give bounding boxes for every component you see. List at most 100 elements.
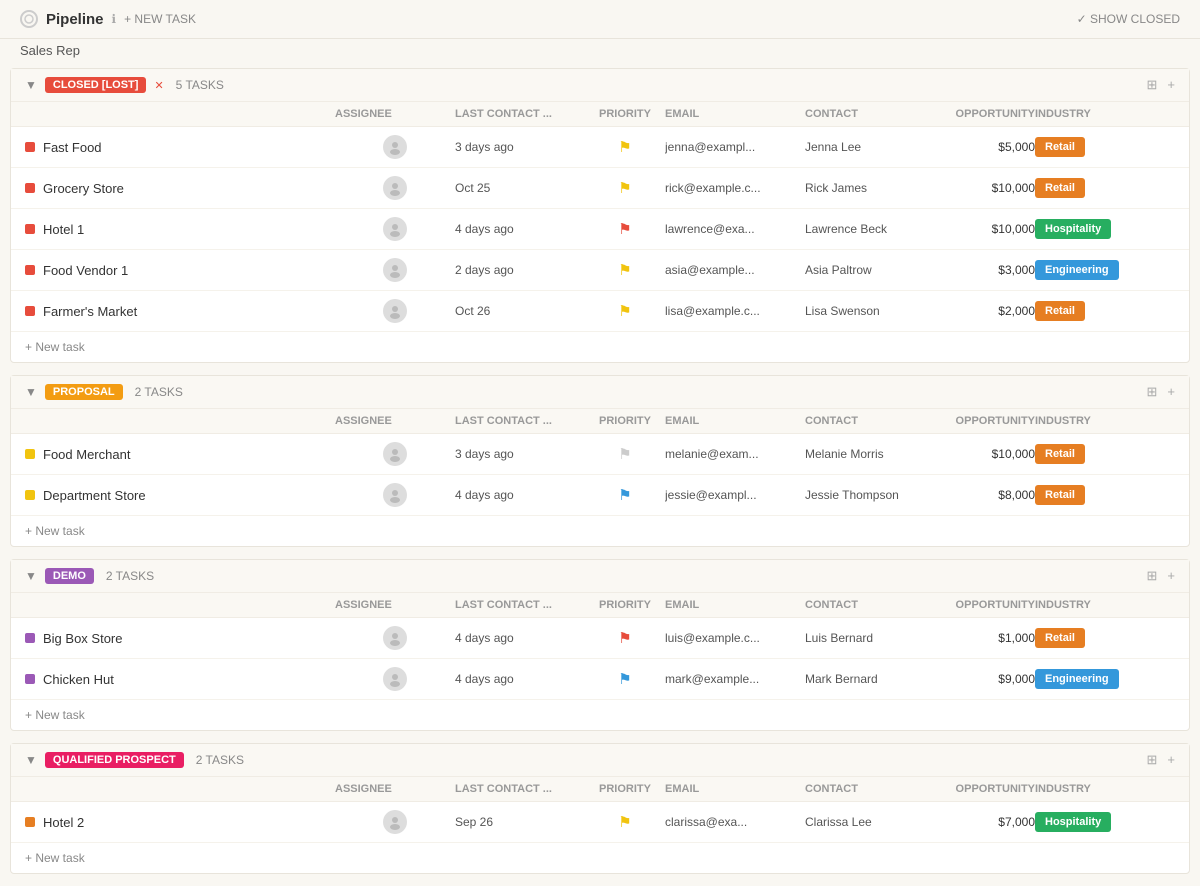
deal-name: Department Store xyxy=(25,488,335,503)
page-title: Pipeline xyxy=(46,11,104,28)
add-icon-qualified-prospect[interactable]: + xyxy=(1167,752,1175,768)
opportunity-cell: $10,000 xyxy=(925,222,1035,236)
deal-dot xyxy=(25,490,35,500)
deal-dot xyxy=(25,817,35,827)
contact-cell: Melanie Morris xyxy=(805,447,925,461)
add-icon-demo[interactable]: + xyxy=(1167,568,1175,584)
priority-cell: ⚑ xyxy=(585,445,665,463)
deal-name-text: Department Store xyxy=(43,488,146,503)
deal-name: Hotel 2 xyxy=(25,815,335,830)
section-demo: ▼ DEMO 2 TASKS ⊞ + ASSIGNEE LAST CONTACT… xyxy=(10,559,1190,731)
table-header-demo: ASSIGNEE LAST CONTACT ... PRIORITY EMAIL… xyxy=(11,593,1189,618)
assignee-cell xyxy=(335,442,455,466)
col-header-priority: PRIORITY xyxy=(585,783,665,795)
priority-flag: ⚑ xyxy=(618,179,631,197)
industry-badge: Retail xyxy=(1035,178,1085,198)
deal-dot xyxy=(25,449,35,459)
email-cell: jenna@exampl... xyxy=(665,140,805,154)
priority-cell: ⚑ xyxy=(585,813,665,831)
add-icon-closed-lost[interactable]: + xyxy=(1167,77,1175,93)
opportunity-cell: $10,000 xyxy=(925,181,1035,195)
deal-dot xyxy=(25,224,35,234)
assignee-cell xyxy=(335,667,455,691)
priority-cell: ⚑ xyxy=(585,261,665,279)
table-row[interactable]: Farmer's Market Oct 26 ⚑ lisa@example.c.… xyxy=(11,291,1189,332)
last-contact-cell: Oct 25 xyxy=(455,181,585,195)
table-row[interactable]: Food Merchant 3 days ago ⚑ melanie@exam.… xyxy=(11,434,1189,475)
email-cell: clarissa@exa... xyxy=(665,815,805,829)
show-closed-button[interactable]: ✓ SHOW CLOSED xyxy=(1077,12,1180,26)
section-badge-demo: DEMO xyxy=(45,568,94,584)
section-toggle-closed-lost[interactable]: ▼ xyxy=(25,78,37,92)
industry-cell: Retail xyxy=(1035,628,1155,648)
deal-name-text: Farmer's Market xyxy=(43,304,137,319)
section-toggle-proposal[interactable]: ▼ xyxy=(25,385,37,399)
contact-cell: Luis Bernard xyxy=(805,631,925,645)
new-task-button[interactable]: + NEW TASK xyxy=(124,12,196,26)
avatar xyxy=(383,626,407,650)
avatar xyxy=(383,667,407,691)
deal-name: Chicken Hut xyxy=(25,672,335,687)
industry-cell: Retail xyxy=(1035,444,1155,464)
assignee-cell xyxy=(335,176,455,200)
new-task-row-proposal[interactable]: + New task xyxy=(11,516,1189,546)
table-row[interactable]: Hotel 2 Sep 26 ⚑ clarissa@exa... Clariss… xyxy=(11,802,1189,843)
email-cell: rick@example.c... xyxy=(665,181,805,195)
task-count-closed-lost: 5 TASKS xyxy=(176,78,224,92)
priority-cell: ⚑ xyxy=(585,220,665,238)
add-icon-proposal[interactable]: + xyxy=(1167,384,1175,400)
table-row[interactable]: Food Vendor 1 2 days ago ⚑ asia@example.… xyxy=(11,250,1189,291)
deal-name: Big Box Store xyxy=(25,631,335,646)
avatar xyxy=(383,217,407,241)
col-header-assignee: ASSIGNEE xyxy=(335,783,455,795)
deal-dot xyxy=(25,306,35,316)
deal-name: Hotel 1 xyxy=(25,222,335,237)
industry-cell: Retail xyxy=(1035,137,1155,157)
col-header-contact: CONTACT xyxy=(805,415,925,427)
priority-cell: ⚑ xyxy=(585,486,665,504)
industry-badge: Engineering xyxy=(1035,669,1119,689)
table-row[interactable]: Grocery Store Oct 25 ⚑ rick@example.c...… xyxy=(11,168,1189,209)
section-header-closed-lost: ▼ CLOSED [LOST] ✕ 5 TASKS ⊞ + xyxy=(11,69,1189,102)
table-row[interactable]: Department Store 4 days ago ⚑ jessie@exa… xyxy=(11,475,1189,516)
section-header-qualified-prospect: ▼ QUALIFIED PROSPECT 2 TASKS ⊞ + xyxy=(11,744,1189,777)
priority-cell: ⚑ xyxy=(585,179,665,197)
avatar xyxy=(383,299,407,323)
col-header-last-contact: LAST CONTACT ... xyxy=(455,783,585,795)
section-toggle-demo[interactable]: ▼ xyxy=(25,569,37,583)
last-contact-cell: 3 days ago xyxy=(455,140,585,154)
col-header-priority: PRIORITY xyxy=(585,108,665,120)
col-header-name xyxy=(25,108,335,120)
grid-icon-closed-lost[interactable]: ⊞ xyxy=(1147,77,1158,93)
contact-cell: Jenna Lee xyxy=(805,140,925,154)
grid-icon-proposal[interactable]: ⊞ xyxy=(1147,384,1158,400)
section-toggle-qualified-prospect[interactable]: ▼ xyxy=(25,753,37,767)
priority-flag: ⚑ xyxy=(618,813,631,831)
new-task-row-demo[interactable]: + New task xyxy=(11,700,1189,730)
deal-name: Food Vendor 1 xyxy=(25,263,335,278)
industry-badge: Hospitality xyxy=(1035,812,1111,832)
avatar xyxy=(383,483,407,507)
col-header-assignee: ASSIGNEE xyxy=(335,599,455,611)
top-bar-left: Pipeline ℹ + NEW TASK xyxy=(20,10,196,28)
col-header-industry: INDUSTRY xyxy=(1035,108,1155,120)
col-header-opportunity: OPPORTUNITY xyxy=(925,108,1035,120)
grid-icon-demo[interactable]: ⊞ xyxy=(1147,568,1158,584)
table-row[interactable]: Fast Food 3 days ago ⚑ jenna@exampl... J… xyxy=(11,127,1189,168)
new-task-row-qualified-prospect[interactable]: + New task xyxy=(11,843,1189,873)
new-task-row-closed-lost[interactable]: + New task xyxy=(11,332,1189,362)
table-row[interactable]: Big Box Store 4 days ago ⚑ luis@example.… xyxy=(11,618,1189,659)
col-header-email: EMAIL xyxy=(665,783,805,795)
col-header-contact: CONTACT xyxy=(805,599,925,611)
avatar xyxy=(383,810,407,834)
grid-icon-qualified-prospect[interactable]: ⊞ xyxy=(1147,752,1158,768)
section-actions-qualified-prospect: ⊞ + xyxy=(1147,752,1176,768)
last-contact-cell: 3 days ago xyxy=(455,447,585,461)
table-row[interactable]: Hotel 1 4 days ago ⚑ lawrence@exa... Law… xyxy=(11,209,1189,250)
table-row[interactable]: Chicken Hut 4 days ago ⚑ mark@example...… xyxy=(11,659,1189,700)
deal-dot xyxy=(25,265,35,275)
deal-name-text: Chicken Hut xyxy=(43,672,114,687)
deal-name-text: Big Box Store xyxy=(43,631,123,646)
contact-cell: Mark Bernard xyxy=(805,672,925,686)
industry-badge: Retail xyxy=(1035,485,1085,505)
